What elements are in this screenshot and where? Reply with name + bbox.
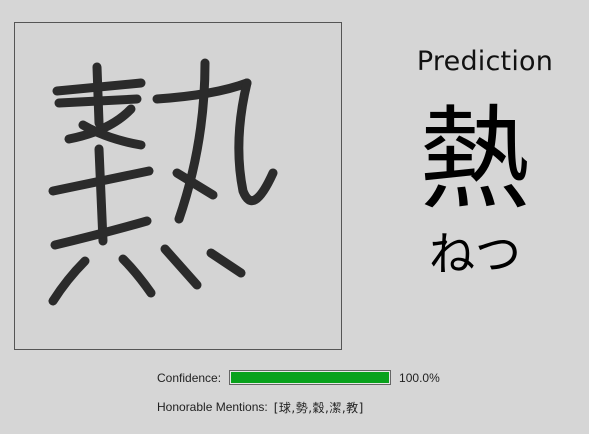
honorable-mentions-list: [球,勢,穀,潔,教] — [273, 400, 364, 415]
predicted-reading: ねつ — [429, 227, 521, 281]
prediction-title: Prediction — [416, 46, 554, 77]
predicted-kanji: 熱 — [419, 95, 531, 225]
drawing-canvas[interactable] — [14, 22, 342, 350]
confidence-value: 100.0% — [399, 370, 440, 385]
confidence-progress-fill — [231, 372, 390, 383]
confidence-progress-bar — [229, 370, 392, 385]
honorable-mentions-label: Honorable Mentions: — [157, 400, 268, 414]
confidence-row: Confidence: 100.0% — [157, 369, 440, 386]
honorable-mentions-row: Honorable Mentions: [球,勢,穀,潔,教] — [157, 398, 364, 416]
confidence-label: Confidence: — [157, 370, 222, 385]
handwritten-strokes — [48, 58, 278, 306]
